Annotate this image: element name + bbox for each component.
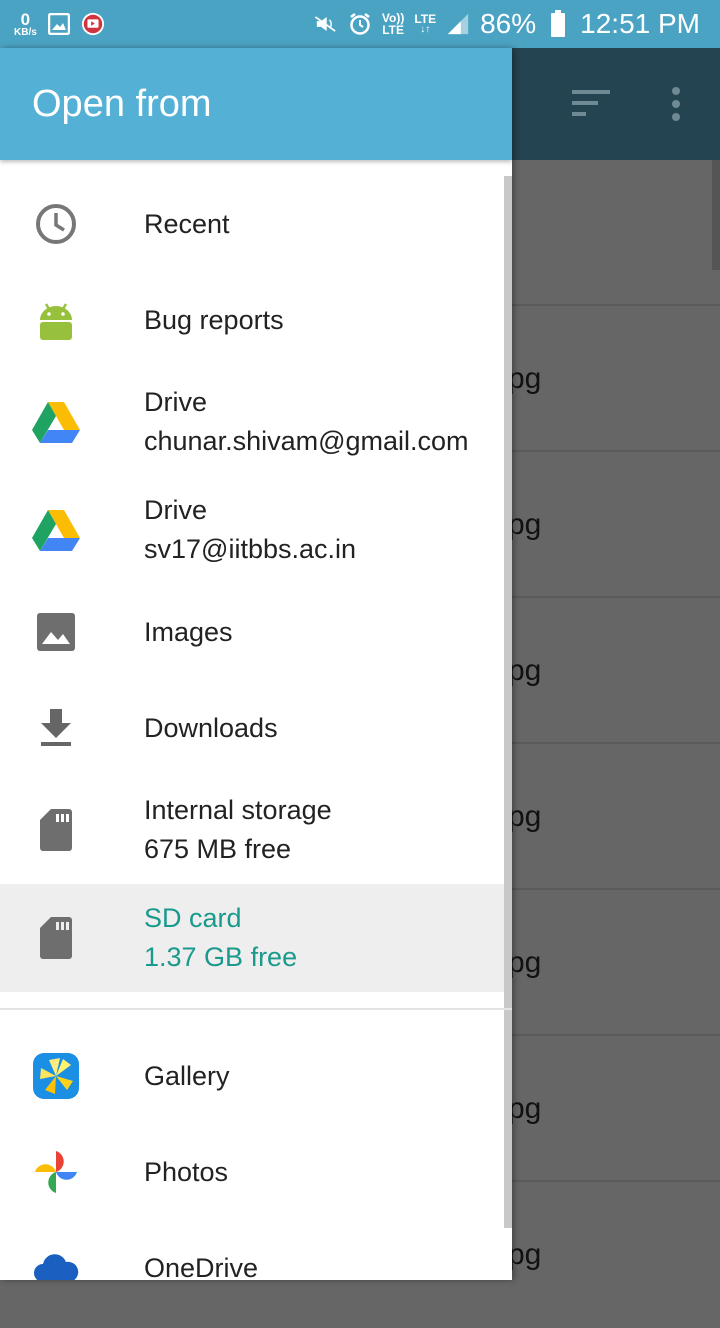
clock-icon <box>32 200 80 248</box>
drive-icon <box>32 506 80 554</box>
file-name-fragment: pg <box>508 1092 542 1125</box>
drawer-divider <box>0 1008 512 1010</box>
more-options-icon[interactable] <box>670 86 682 127</box>
drawer-item-internal-storage[interactable]: Internal storage 675 MB free <box>0 776 504 884</box>
file-name-fragment: pg <box>508 508 542 541</box>
sd-card-icon <box>32 806 80 854</box>
volte-indicator: Vo)) LTE <box>382 12 404 36</box>
file-name-fragment: pg <box>508 1238 542 1271</box>
drawer-item-sublabel: sv17@iitbbs.ac.in <box>144 534 357 564</box>
drawer-header: Open from <box>0 48 512 160</box>
battery-icon <box>546 10 570 37</box>
android-icon <box>32 296 80 344</box>
list-item[interactable]: pg <box>508 1034 720 1182</box>
drawer-item-label: Images <box>144 616 233 647</box>
photos-icon <box>32 1148 80 1196</box>
drawer-item-label: SD card <box>144 903 242 933</box>
list-item[interactable]: pg <box>508 888 720 1036</box>
drawer-item-onedrive[interactable]: OneDrive <box>0 1220 504 1280</box>
network-speed: 0 KB/s <box>14 11 37 38</box>
onedrive-icon <box>32 1244 80 1280</box>
drawer-item-label: OneDrive <box>144 1252 259 1281</box>
clock-time: 12:51 PM <box>580 8 700 39</box>
list-item[interactable]: pg <box>508 304 720 452</box>
drawer-title: Open from <box>32 82 212 125</box>
file-name-fragment: pg <box>508 654 542 687</box>
drawer-item-images[interactable]: Images <box>0 584 504 680</box>
background-file-list: pg pg pg pg pg pg pg <box>508 160 720 1280</box>
drawer-item-sublabel: chunar.shivam@gmail.com <box>144 426 469 456</box>
drawer-item-drive-personal[interactable]: Drive chunar.shivam@gmail.com <box>0 368 504 476</box>
gallery-icon <box>32 1052 80 1100</box>
volte-bottom-text: LTE <box>382 23 404 37</box>
sd-card-icon <box>32 914 80 962</box>
file-name-fragment: pg <box>508 362 542 395</box>
drawer-item-label: Recent <box>144 208 230 239</box>
drawer-item-label: Drive <box>144 495 208 525</box>
drawer-scrollbar[interactable] <box>504 176 512 1228</box>
drawer-item-label: Gallery <box>144 1060 230 1091</box>
network-speed-value: 0 <box>20 9 31 29</box>
sort-icon[interactable] <box>572 88 610 123</box>
drawer-item-gallery[interactable]: Gallery <box>0 1028 504 1124</box>
drawer-item-sublabel: 675 MB free <box>144 834 292 864</box>
list-item[interactable]: pg <box>508 1180 720 1328</box>
drawer-item-downloads[interactable]: Downloads <box>0 680 504 776</box>
open-from-drawer: Open from Recent Bug reports Drive chuna… <box>0 48 512 1280</box>
drawer-item-photos[interactable]: Photos <box>0 1124 504 1220</box>
drawer-item-label: Photos <box>144 1156 229 1187</box>
background-scrollbar[interactable] <box>712 160 720 270</box>
drawer-item-label: Bug reports <box>144 304 284 335</box>
network-speed-unit: KB/s <box>14 26 37 38</box>
drawer-item-label: Drive <box>144 387 208 417</box>
drawer-item-sublabel: 1.37 GB free <box>144 942 298 972</box>
drawer-item-bug-reports[interactable]: Bug reports <box>0 272 504 368</box>
list-item[interactable]: pg <box>508 742 720 890</box>
file-name-fragment: pg <box>508 946 542 979</box>
drawer-item-label: Downloads <box>144 712 278 743</box>
mute-icon <box>314 12 338 36</box>
drawer-item-sd-card[interactable]: SD card 1.37 GB free <box>0 884 504 992</box>
lte-indicator: LTE ↓↑ <box>414 12 437 35</box>
list-item[interactable]: pg <box>508 596 720 744</box>
alarm-icon <box>348 12 372 36</box>
video-notification-icon <box>81 12 105 36</box>
status-bar: 0 KB/s Vo)) LTE LTE ↓↑ 86% 12:51 PM <box>0 0 720 48</box>
background-app-bar <box>512 48 720 160</box>
list-item[interactable]: pg <box>508 450 720 598</box>
signal-icon <box>446 12 470 36</box>
image-icon <box>32 608 80 656</box>
battery-percent: 86% <box>480 8 537 39</box>
drawer-item-drive-institution[interactable]: Drive sv17@iitbbs.ac.in <box>0 476 504 584</box>
drive-icon <box>32 398 80 446</box>
drawer-item-recent[interactable]: Recent <box>0 176 504 272</box>
image-notification-icon <box>47 12 71 36</box>
drawer-item-label: Internal storage <box>144 795 332 825</box>
file-name-fragment: pg <box>508 800 542 833</box>
download-icon <box>32 704 80 752</box>
